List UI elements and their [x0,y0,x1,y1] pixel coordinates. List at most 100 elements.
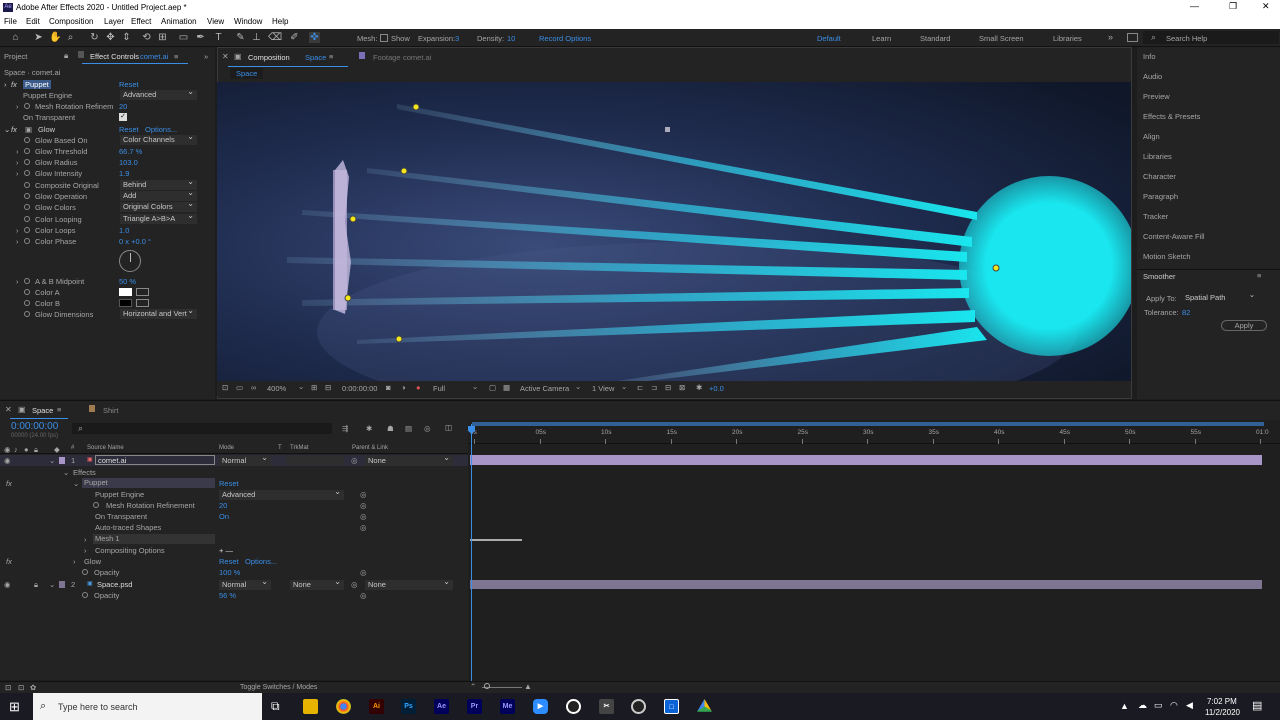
chrome-icon[interactable] [336,699,351,714]
in-out-icon[interactable]: ✿ [30,683,36,692]
expression-icon[interactable]: ◎ [360,490,367,499]
search-help-field[interactable]: ⌕ Search Help [1143,31,1279,44]
ab-midpoint-value[interactable]: 50 % [119,277,136,286]
add-remove-mask-icon[interactable]: + — [219,546,233,555]
roto-brush-icon[interactable]: ✐ [289,32,300,43]
trkmat-dropdown[interactable]: None [290,577,344,590]
parent-dropdown[interactable]: None [365,453,453,466]
expand-chevron-icon[interactable]: › [84,535,87,544]
apply-button[interactable]: Apply [1221,320,1267,331]
taskbar-search-box[interactable]: ⌕ Type here to search [33,693,262,720]
menu-effect[interactable]: Effect [131,17,151,26]
workspace-small-screen[interactable]: Small Screen [979,34,1024,43]
file-explorer-icon[interactable] [303,699,318,714]
glow-prop-value[interactable]: 103.0 [119,158,138,167]
opacity-value[interactable]: 100 % [219,568,240,577]
frame-render-icon[interactable]: ⊡ [18,683,24,692]
toggle-switches-modes[interactable]: Toggle Switches / Modes [240,684,317,691]
expand-chevron-icon[interactable]: › [16,158,19,167]
illustrator-icon[interactable]: Ai [369,699,384,714]
snapshot-icon[interactable]: ◙ [386,383,391,392]
puppet-engine-dropdown[interactable]: Advanced [120,87,197,100]
workspace-learn[interactable]: Learn [872,34,891,43]
pan-behind-icon[interactable]: ⊞ [157,32,168,43]
layer-mode-dropdown[interactable]: Normal [219,577,271,590]
lock-icon[interactable]: ▣ [18,405,26,414]
pick-whip-icon[interactable]: ◎ [351,580,358,589]
label-color-swatch[interactable] [59,581,65,588]
pick-whip-icon[interactable]: ◎ [351,456,358,465]
opacity-value[interactable]: 56 % [219,591,236,600]
puppet-pin-tool-icon[interactable]: ✜ [309,32,320,43]
apply-to-dropdown[interactable]: Spatial Path ⌄ [1185,290,1257,303]
stopwatch-icon[interactable] [82,569,88,575]
close-tab-icon[interactable]: ✕ [5,405,12,414]
orbit-camera-icon[interactable]: ↻ [89,32,100,43]
workspace-standard[interactable]: Standard [920,34,950,43]
eye-icon[interactable]: ◉ [4,456,11,465]
stopwatch-icon[interactable] [24,216,30,222]
right-panel-item[interactable]: Info [1143,52,1156,61]
expression-icon[interactable]: ◎ [360,523,367,532]
stopwatch-icon[interactable] [24,137,30,143]
windows-start-icon[interactable]: ⊞ [9,699,20,715]
photoshop-icon[interactable]: Ps [401,699,416,714]
notification-icon[interactable]: ▤ [1252,699,1262,712]
stopwatch-icon[interactable] [24,103,30,109]
close-icon[interactable]: ✕ [1262,1,1270,12]
workspace-libraries[interactable]: Libraries [1053,34,1082,43]
lock-icon[interactable]: ▣ [234,52,242,61]
right-panel-item[interactable]: Content-Aware Fill [1143,232,1205,241]
glow-prop-dropdown[interactable]: Behind [120,177,197,190]
menu-animation[interactable]: Animation [161,17,197,26]
pen-tool-icon[interactable]: ✒ [195,32,206,43]
on-transparent-checkbox[interactable]: ✓ [119,113,127,121]
glow-timeline-row[interactable]: fx › Glow Reset Options... [0,556,468,567]
transparency-grid-icon[interactable]: ▦ [503,383,510,392]
zoom-app-icon[interactable]: ▶ [533,699,548,714]
fx-icon[interactable]: fx [11,80,17,89]
menu-composition[interactable]: Composition [49,17,93,26]
github-icon[interactable] [566,699,581,714]
current-time-indicator[interactable] [471,424,472,682]
zoom-dropdown[interactable]: 400% [267,384,286,393]
menu-layer[interactable]: Layer [104,17,124,26]
parent-dropdown[interactable]: None [365,577,453,590]
glow-options-link[interactable]: Options... [245,557,277,566]
right-panel-item[interactable]: Character [1143,172,1176,181]
views-dropdown[interactable]: 1 View [592,384,614,393]
menu-window[interactable]: Window [234,17,262,26]
tab-timeline-space[interactable]: Space [32,406,53,415]
show-snapshot-icon[interactable]: ◑ [401,383,406,392]
glow-prop-value[interactable]: 1.0 [119,226,129,235]
zoom-tool-icon[interactable]: ⌕ [65,32,76,43]
panel-menu-icon[interactable]: ≡ [1257,271,1261,280]
taskbar-date[interactable]: 11/2/2020 [1205,708,1240,717]
color-channel-icon[interactable]: ● [416,383,421,392]
expand-chevron-icon[interactable]: ⌄ [73,479,79,488]
hand-tool-icon[interactable]: ✋ [49,32,61,43]
record-options-link[interactable]: Record Options [539,34,591,43]
minimize-icon[interactable]: — [1190,1,1199,11]
glow-prop-value[interactable]: 0 x +0.0 ° [119,237,151,246]
tab-timeline-shirt[interactable]: Shirt [103,406,118,415]
volume-icon[interactable]: ◀ [1186,700,1193,711]
viewer-timecode[interactable]: 0:00:00:00 [342,384,377,393]
stopwatch-icon[interactable] [24,182,30,188]
google-drive-icon[interactable] [697,699,712,712]
puppet-pin[interactable] [349,215,357,223]
show-mesh-checkbox[interactable] [380,34,388,42]
glow-prop-dropdown[interactable]: Add [120,188,197,201]
puppet-pin[interactable] [344,294,352,302]
glow-dimensions-dropdown[interactable]: Horizontal and Vert [120,306,197,319]
expand-chevron-icon[interactable]: › [16,237,19,246]
mesh1-row[interactable]: › Mesh 1 [0,534,468,545]
workspace-default[interactable]: Default [817,34,841,43]
stopwatch-icon[interactable] [24,193,30,199]
glow-prop-dropdown[interactable]: Color Channels [120,132,197,145]
composition-viewer[interactable] [217,82,1131,381]
dolly-camera-icon[interactable]: ⇕ [121,32,132,43]
puppet-reset-link[interactable]: Reset [119,80,139,89]
stopwatch-icon[interactable] [24,159,30,165]
stopwatch-icon[interactable] [24,204,30,210]
